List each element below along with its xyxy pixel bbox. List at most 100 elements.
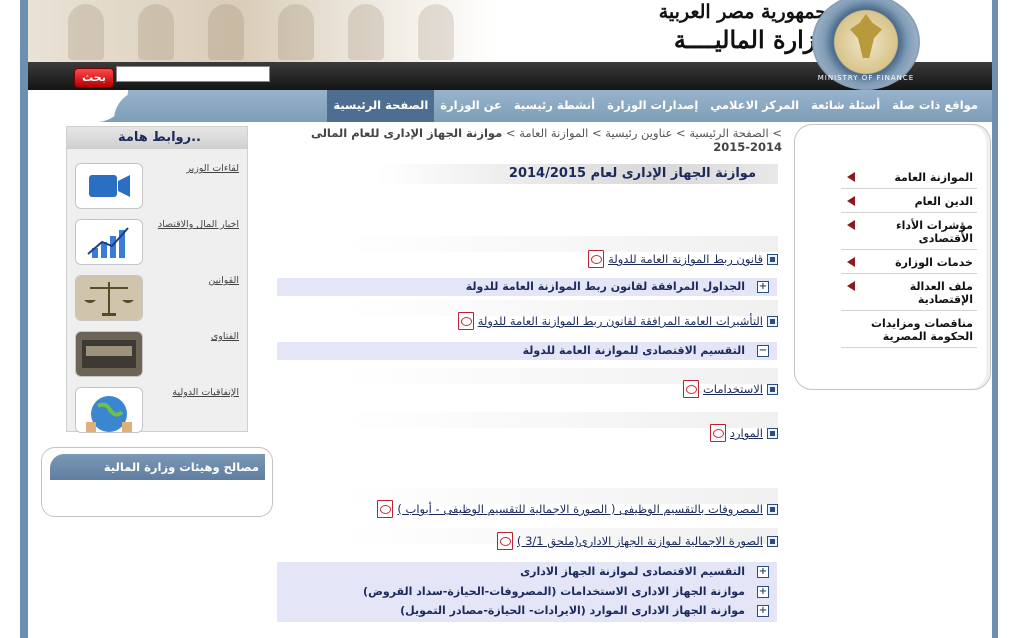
link-text[interactable]: القوانين bbox=[208, 275, 239, 286]
link-item-finance-news[interactable]: اخبار المال والاقتصاد bbox=[67, 219, 247, 269]
document-link[interactable]: المصروفات بالتقسيم الوظيفى ( الصورة الاج… bbox=[377, 500, 778, 518]
collapsible-section[interactable]: + موازنة الجهاز الادارى الموارد (الايراد… bbox=[277, 602, 777, 620]
side-menu-label: ملف العدالة الإقتصادية bbox=[909, 280, 973, 306]
nav-item-home[interactable]: الصفحة الرئيسية bbox=[327, 90, 435, 122]
side-menu-label: مناقصات ومزايدات الحكومة المصرية bbox=[870, 317, 973, 343]
breadcrumb-separator: > bbox=[672, 126, 690, 140]
document-link[interactable]: الاستخدامات bbox=[682, 380, 778, 398]
nav-item-activities[interactable]: أنشطة رئيسية bbox=[508, 90, 601, 122]
nav-item-publications[interactable]: إصدارات الوزارة bbox=[601, 90, 704, 122]
side-menu-item-economic-indicators[interactable]: مؤشرات الأداء الأقتصادى bbox=[841, 213, 977, 250]
page-title-text: موازنة الجهاز الإدارى لعام 2014/2015 bbox=[508, 166, 756, 181]
collapsible-section[interactable]: + موازنة الجهاز الادارى الاستخدامات (الم… bbox=[277, 583, 777, 601]
link-text[interactable]: لقاءات الوزير bbox=[186, 163, 239, 174]
document-link-text[interactable]: الاستخدامات bbox=[703, 382, 763, 396]
main-nav: الصفحة الرئيسية عن الوزارة أنشطة رئيسية … bbox=[28, 90, 992, 122]
pharaonic-banner-art bbox=[28, 0, 498, 62]
important-links-panel: ..روابط هامة لقاءات الوزير اخبار المال و… bbox=[66, 126, 248, 433]
link-text[interactable]: الفتاوى bbox=[211, 331, 239, 342]
collapsible-section[interactable]: + التقسيم الاقتصادى لموازنة الجهاز الادا… bbox=[277, 563, 777, 581]
expand-icon[interactable]: + bbox=[757, 586, 769, 598]
document-link-text[interactable]: المصروفات بالتقسيم الوظيفى ( الصورة الاج… bbox=[397, 502, 763, 516]
globe-icon[interactable] bbox=[75, 387, 143, 433]
state-council-building-icon[interactable] bbox=[75, 331, 143, 377]
side-menu: الموازنة العامة الدين العام مؤشرات الأدا… bbox=[794, 124, 991, 390]
nav-item-faq[interactable]: أسئلة شائعة bbox=[805, 90, 886, 122]
document-link[interactable]: التأشيرات العامة المرافقة لقانون ربط الم… bbox=[457, 312, 778, 330]
pdf-icon[interactable] bbox=[377, 500, 394, 518]
statue-figure bbox=[68, 4, 104, 60]
section-label[interactable]: الجداول المرافقة لقانون ربط الموازنة الع… bbox=[466, 280, 745, 293]
scales-of-justice-icon[interactable] bbox=[75, 275, 143, 321]
section-label[interactable]: التقسيم الاقتصادى لموازنة الجهاز الادارى bbox=[520, 565, 745, 578]
pdf-icon[interactable] bbox=[682, 380, 699, 398]
collapsible-section[interactable]: + الجداول المرافقة لقانون ربط الموازنة ا… bbox=[277, 278, 777, 296]
arrow-left-icon bbox=[847, 172, 855, 182]
side-menu-item-ministry-services[interactable]: خدمات الوزارة bbox=[841, 250, 977, 274]
page-title: موازنة الجهاز الإدارى لعام 2014/2015 bbox=[378, 164, 778, 184]
video-camera-icon[interactable] bbox=[75, 163, 143, 209]
link-item-fatwas[interactable]: الفتاوى bbox=[67, 331, 247, 381]
bullet-icon bbox=[767, 383, 778, 395]
section-label[interactable]: موازنة الجهاز الادارى الاستخدامات (المصر… bbox=[363, 585, 745, 598]
link-item-laws[interactable]: القوانين bbox=[67, 275, 247, 325]
side-menu-label: خدمات الوزارة bbox=[895, 256, 973, 269]
bullet-icon bbox=[767, 427, 778, 439]
link-text[interactable]: اخبار المال والاقتصاد bbox=[158, 219, 239, 230]
bullet-icon bbox=[767, 253, 778, 265]
link-item-international-agreements[interactable]: الإتفاقيات الدولية bbox=[67, 387, 247, 437]
breadcrumb-separator: > bbox=[588, 126, 606, 140]
breadcrumb-budget[interactable]: الموازنة العامة bbox=[519, 126, 588, 140]
side-menu-item-public-debt[interactable]: الدين العام bbox=[841, 189, 977, 213]
pdf-icon[interactable] bbox=[496, 532, 513, 550]
pdf-icon[interactable] bbox=[457, 312, 474, 330]
agencies-title[interactable]: مصالح وهيئات وزارة المالية bbox=[50, 454, 265, 480]
side-menu-item-tenders[interactable]: مناقصات ومزايدات الحكومة المصرية bbox=[841, 311, 977, 348]
search-button[interactable]: بحث bbox=[74, 68, 114, 88]
important-links-title: ..روابط هامة bbox=[67, 127, 247, 149]
statue-figure bbox=[418, 4, 454, 60]
statue-figure bbox=[138, 4, 174, 60]
pdf-icon[interactable] bbox=[709, 424, 726, 442]
breadcrumb: > الصفحة الرئيسية > عناوين رئيسية > المو… bbox=[292, 126, 782, 154]
expand-icon[interactable]: + bbox=[757, 281, 769, 293]
breadcrumb-separator: > bbox=[768, 126, 782, 140]
breadcrumb-separator: > bbox=[502, 126, 520, 140]
document-link[interactable]: الموارد bbox=[709, 424, 778, 442]
nav-item-about[interactable]: عن الوزارة bbox=[434, 90, 508, 122]
republic-name: جمهورية مصر العربية bbox=[658, 1, 827, 23]
arrow-left-icon bbox=[847, 281, 855, 291]
collapse-icon[interactable]: − bbox=[757, 345, 769, 357]
main-content: > الصفحة الرئيسية > عناوين رئيسية > المو… bbox=[274, 124, 788, 638]
pdf-icon[interactable] bbox=[588, 250, 605, 268]
agencies-panel: مصالح وهيئات وزارة المالية bbox=[41, 447, 273, 517]
nav-item-media-center[interactable]: المركز الاعلامي bbox=[704, 90, 805, 122]
expand-icon[interactable]: + bbox=[757, 566, 769, 578]
expand-icon[interactable]: + bbox=[757, 605, 769, 617]
bullet-icon bbox=[767, 535, 778, 547]
document-link-text[interactable]: التأشيرات العامة المرافقة لقانون ربط الم… bbox=[478, 314, 763, 328]
side-menu-item-economic-justice[interactable]: ملف العدالة الإقتصادية bbox=[841, 274, 977, 311]
link-text[interactable]: الإتفاقيات الدولية bbox=[172, 387, 239, 398]
statue-figure bbox=[278, 4, 314, 60]
document-link-text[interactable]: قانون ربط الموازنة العامة للدولة bbox=[608, 252, 763, 266]
ministry-seal-logo[interactable]: MINISTRY OF FINANCE bbox=[812, 0, 920, 90]
eagle-emblem-icon bbox=[850, 14, 882, 58]
nav-item-related-sites[interactable]: مواقع ذات صلة bbox=[886, 90, 984, 122]
collapsible-section[interactable]: − التقسيم الاقتصادى للموازنة العامة للدو… bbox=[277, 342, 777, 360]
growth-chart-icon[interactable] bbox=[75, 219, 143, 265]
document-link-text[interactable]: الصورة الاجمالية لموازنة الجهاز الادارى(… bbox=[517, 534, 763, 548]
document-link[interactable]: قانون ربط الموازنة العامة للدولة bbox=[588, 250, 778, 268]
ministry-name: وزارة الماليــــة bbox=[673, 25, 827, 54]
nav-decoration bbox=[28, 90, 128, 122]
link-item-minister-meetings[interactable]: لقاءات الوزير bbox=[67, 163, 247, 213]
breadcrumb-headlines[interactable]: عناوين رئيسية bbox=[605, 126, 672, 140]
document-link[interactable]: الصورة الاجمالية لموازنة الجهاز الادارى(… bbox=[496, 532, 778, 550]
search-input[interactable] bbox=[116, 66, 270, 82]
document-link-text[interactable]: الموارد bbox=[730, 426, 763, 440]
bullet-icon bbox=[767, 315, 778, 327]
section-label[interactable]: التقسيم الاقتصادى للموازنة العامة للدولة bbox=[523, 344, 745, 357]
section-label[interactable]: موازنة الجهاز الادارى الموارد (الايرادات… bbox=[400, 604, 745, 617]
side-menu-item-general-budget[interactable]: الموازنة العامة bbox=[841, 165, 977, 189]
breadcrumb-home[interactable]: الصفحة الرئيسية bbox=[689, 126, 768, 140]
